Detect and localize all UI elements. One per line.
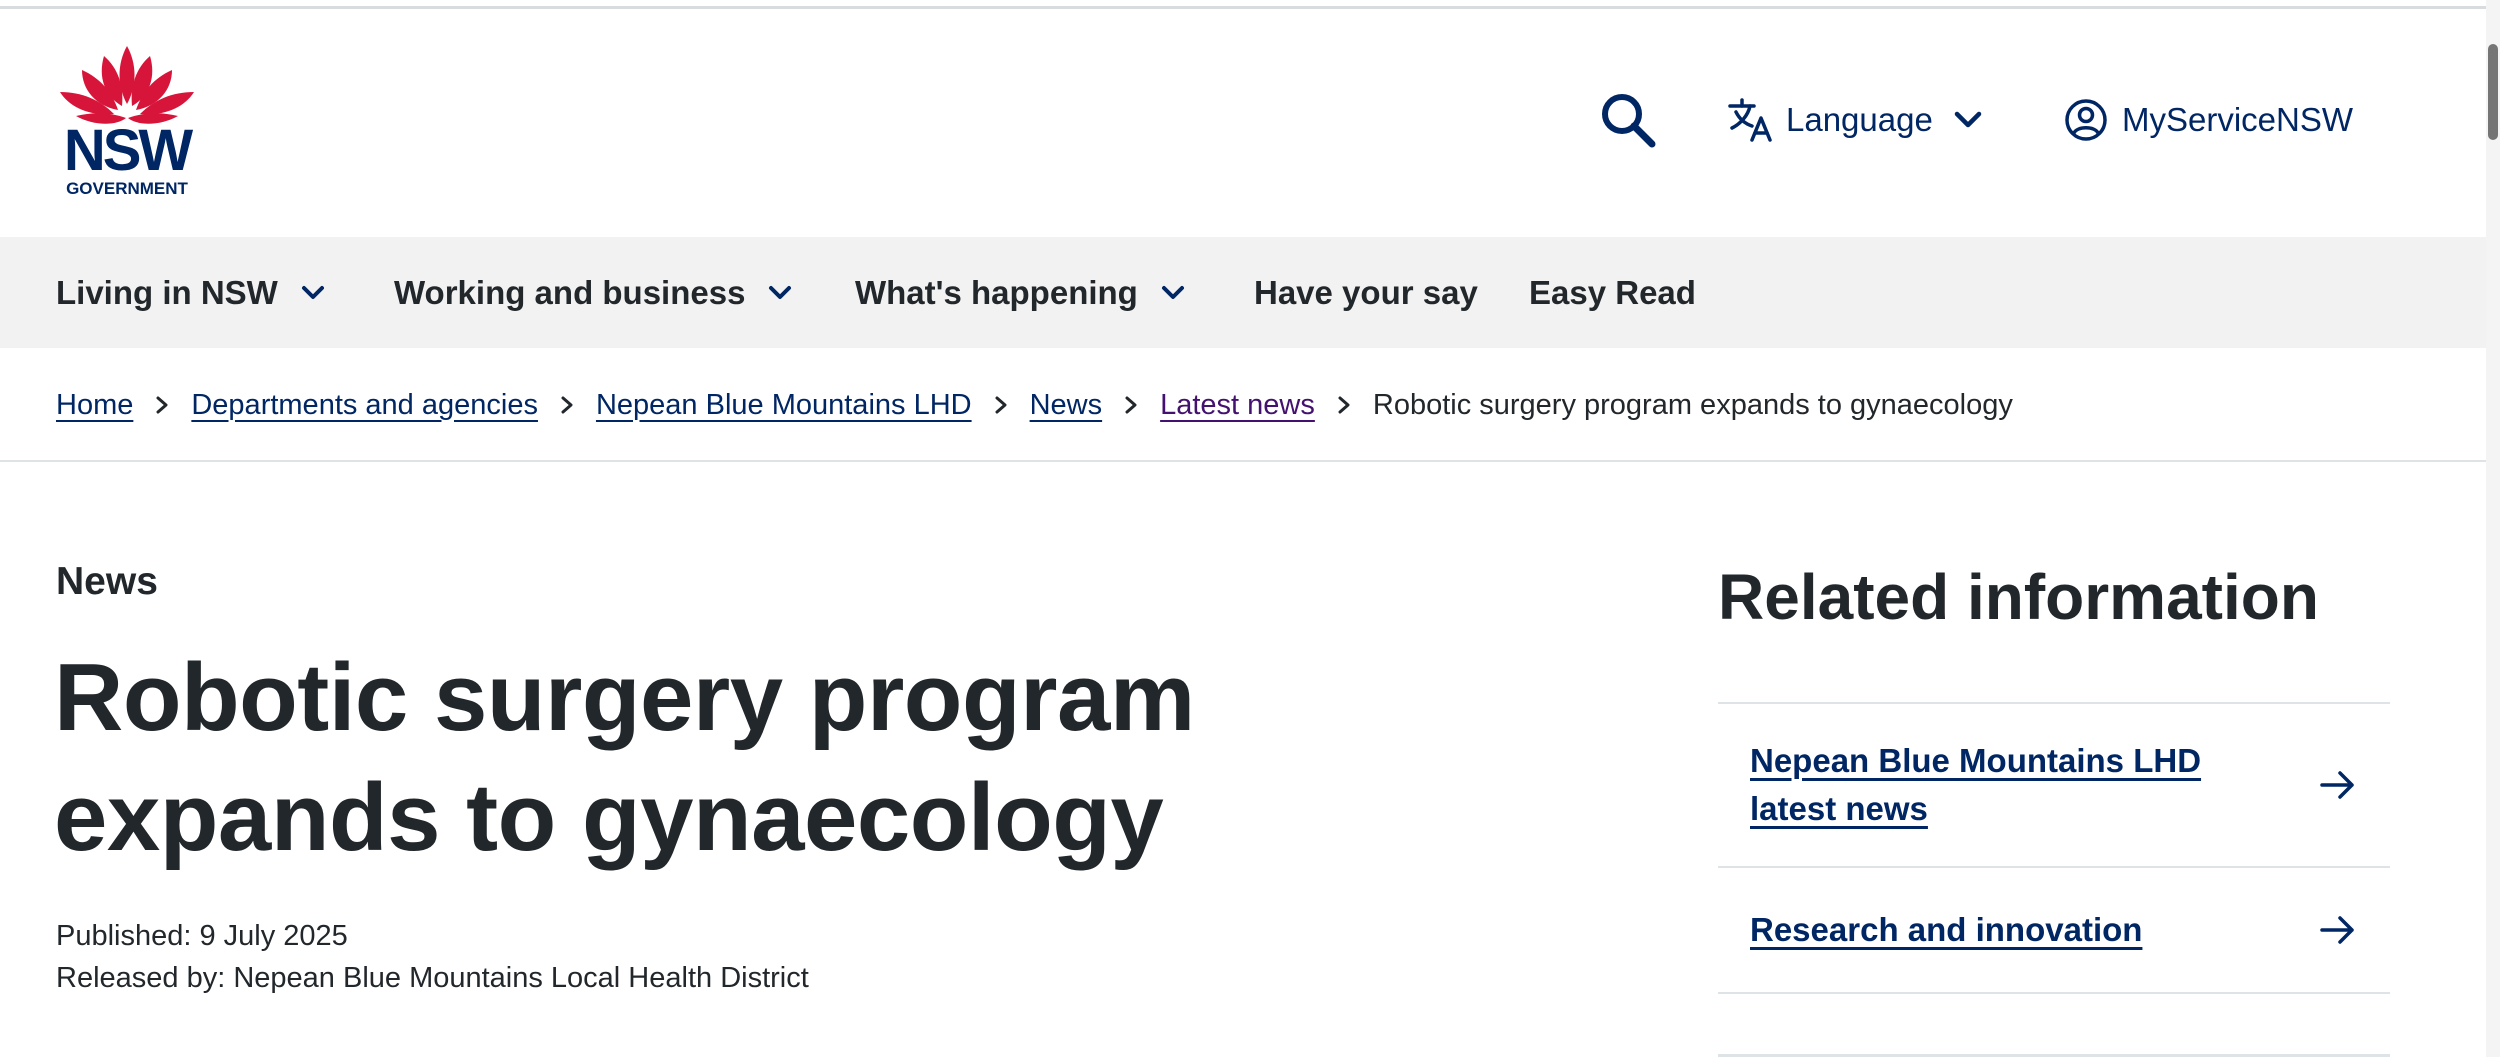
arrow-right-icon (2320, 916, 2354, 944)
nsw-government-logo[interactable]: NSW GOVERNMENT (54, 42, 200, 200)
nav-item-label: Living in NSW (56, 273, 278, 311)
waratah-icon (60, 46, 194, 124)
nav-item-label: Have your say (1254, 273, 1478, 311)
breadcrumb-current: Robotic surgery program expands to gynae… (1372, 388, 2013, 421)
related-link-nbmlhd-latest-news[interactable]: Nepean Blue Mountains LHD latest news (1718, 704, 2390, 866)
related-links-list: Nepean Blue Mountains LHD latest news Re… (1718, 702, 2390, 994)
page-scrollbar[interactable] (2486, 0, 2500, 1057)
page: NSW GOVERNMENT Language MyServiceNSW Liv… (0, 0, 2500, 1057)
nav-item-working-and-business[interactable]: Working and business (394, 237, 795, 348)
breadcrumb-divider (0, 460, 2486, 462)
top-rule (0, 6, 2500, 9)
related-link-research-and-innovation[interactable]: Research and innovation (1718, 868, 2390, 992)
arrow-right-icon (2320, 771, 2354, 799)
main-navigation: Living in NSW Working and business What'… (0, 237, 2486, 348)
search-icon (1602, 94, 1656, 148)
user-account-icon (2065, 99, 2107, 141)
chevron-right-icon (561, 396, 573, 414)
related-information-heading: Related information (1718, 561, 2319, 633)
chevron-right-icon (1125, 396, 1137, 414)
breadcrumb-link-home[interactable]: Home (56, 389, 133, 422)
chevron-down-icon (1954, 111, 1982, 128)
chevron-right-icon (156, 396, 168, 414)
page-title: Robotic surgery program expands to gynae… (54, 644, 1195, 871)
logo-wordmark: NSW (63, 118, 193, 183)
nav-item-whats-happening[interactable]: What's happening (855, 237, 1188, 348)
chevron-right-icon (995, 396, 1007, 414)
nav-item-have-your-say[interactable]: Have your say (1254, 237, 1478, 348)
myservicensw-link[interactable]: MyServiceNSW (2064, 96, 2353, 144)
chevron-down-icon (301, 285, 324, 299)
nav-item-easy-read[interactable]: Easy Read (1529, 237, 1696, 348)
related-link-label[interactable]: Research and innovation (1750, 906, 2142, 954)
translate-icon (1728, 98, 1772, 142)
breadcrumb-link-departments[interactable]: Departments and agencies (191, 389, 538, 422)
nav-item-label: Working and business (394, 273, 746, 311)
related-link-label[interactable]: Nepean Blue Mountains LHD latest news (1750, 737, 2290, 833)
released-by: Released by: Nepean Blue Mountains Local… (56, 962, 809, 994)
nav-item-living-in-nsw[interactable]: Living in NSW (56, 237, 328, 348)
language-label: Language (1786, 101, 1933, 138)
chevron-right-icon (1338, 396, 1350, 414)
language-selector[interactable]: Language (1726, 96, 1985, 144)
chevron-down-icon (1161, 285, 1184, 299)
breadcrumb-link-news[interactable]: News (1030, 389, 1103, 422)
search-button[interactable] (1598, 90, 1658, 150)
published-date: Published: 9 July 2025 (56, 920, 348, 952)
breadcrumb-link-nepean-lhd[interactable]: Nepean Blue Mountains LHD (596, 389, 972, 422)
chevron-down-icon (769, 285, 792, 299)
nav-item-label: What's happening (855, 273, 1138, 311)
divider (1718, 992, 2390, 994)
nav-item-label: Easy Read (1529, 273, 1696, 311)
logo-subtitle: GOVERNMENT (66, 179, 188, 198)
account-label: MyServiceNSW (2122, 101, 2354, 138)
breadcrumb: Home Departments and agencies Nepean Blu… (56, 380, 2013, 430)
breadcrumb-link-latest-news[interactable]: Latest news (1160, 389, 1315, 422)
scrollbar-thumb[interactable] (2488, 44, 2498, 140)
article-kicker: News (56, 560, 158, 603)
